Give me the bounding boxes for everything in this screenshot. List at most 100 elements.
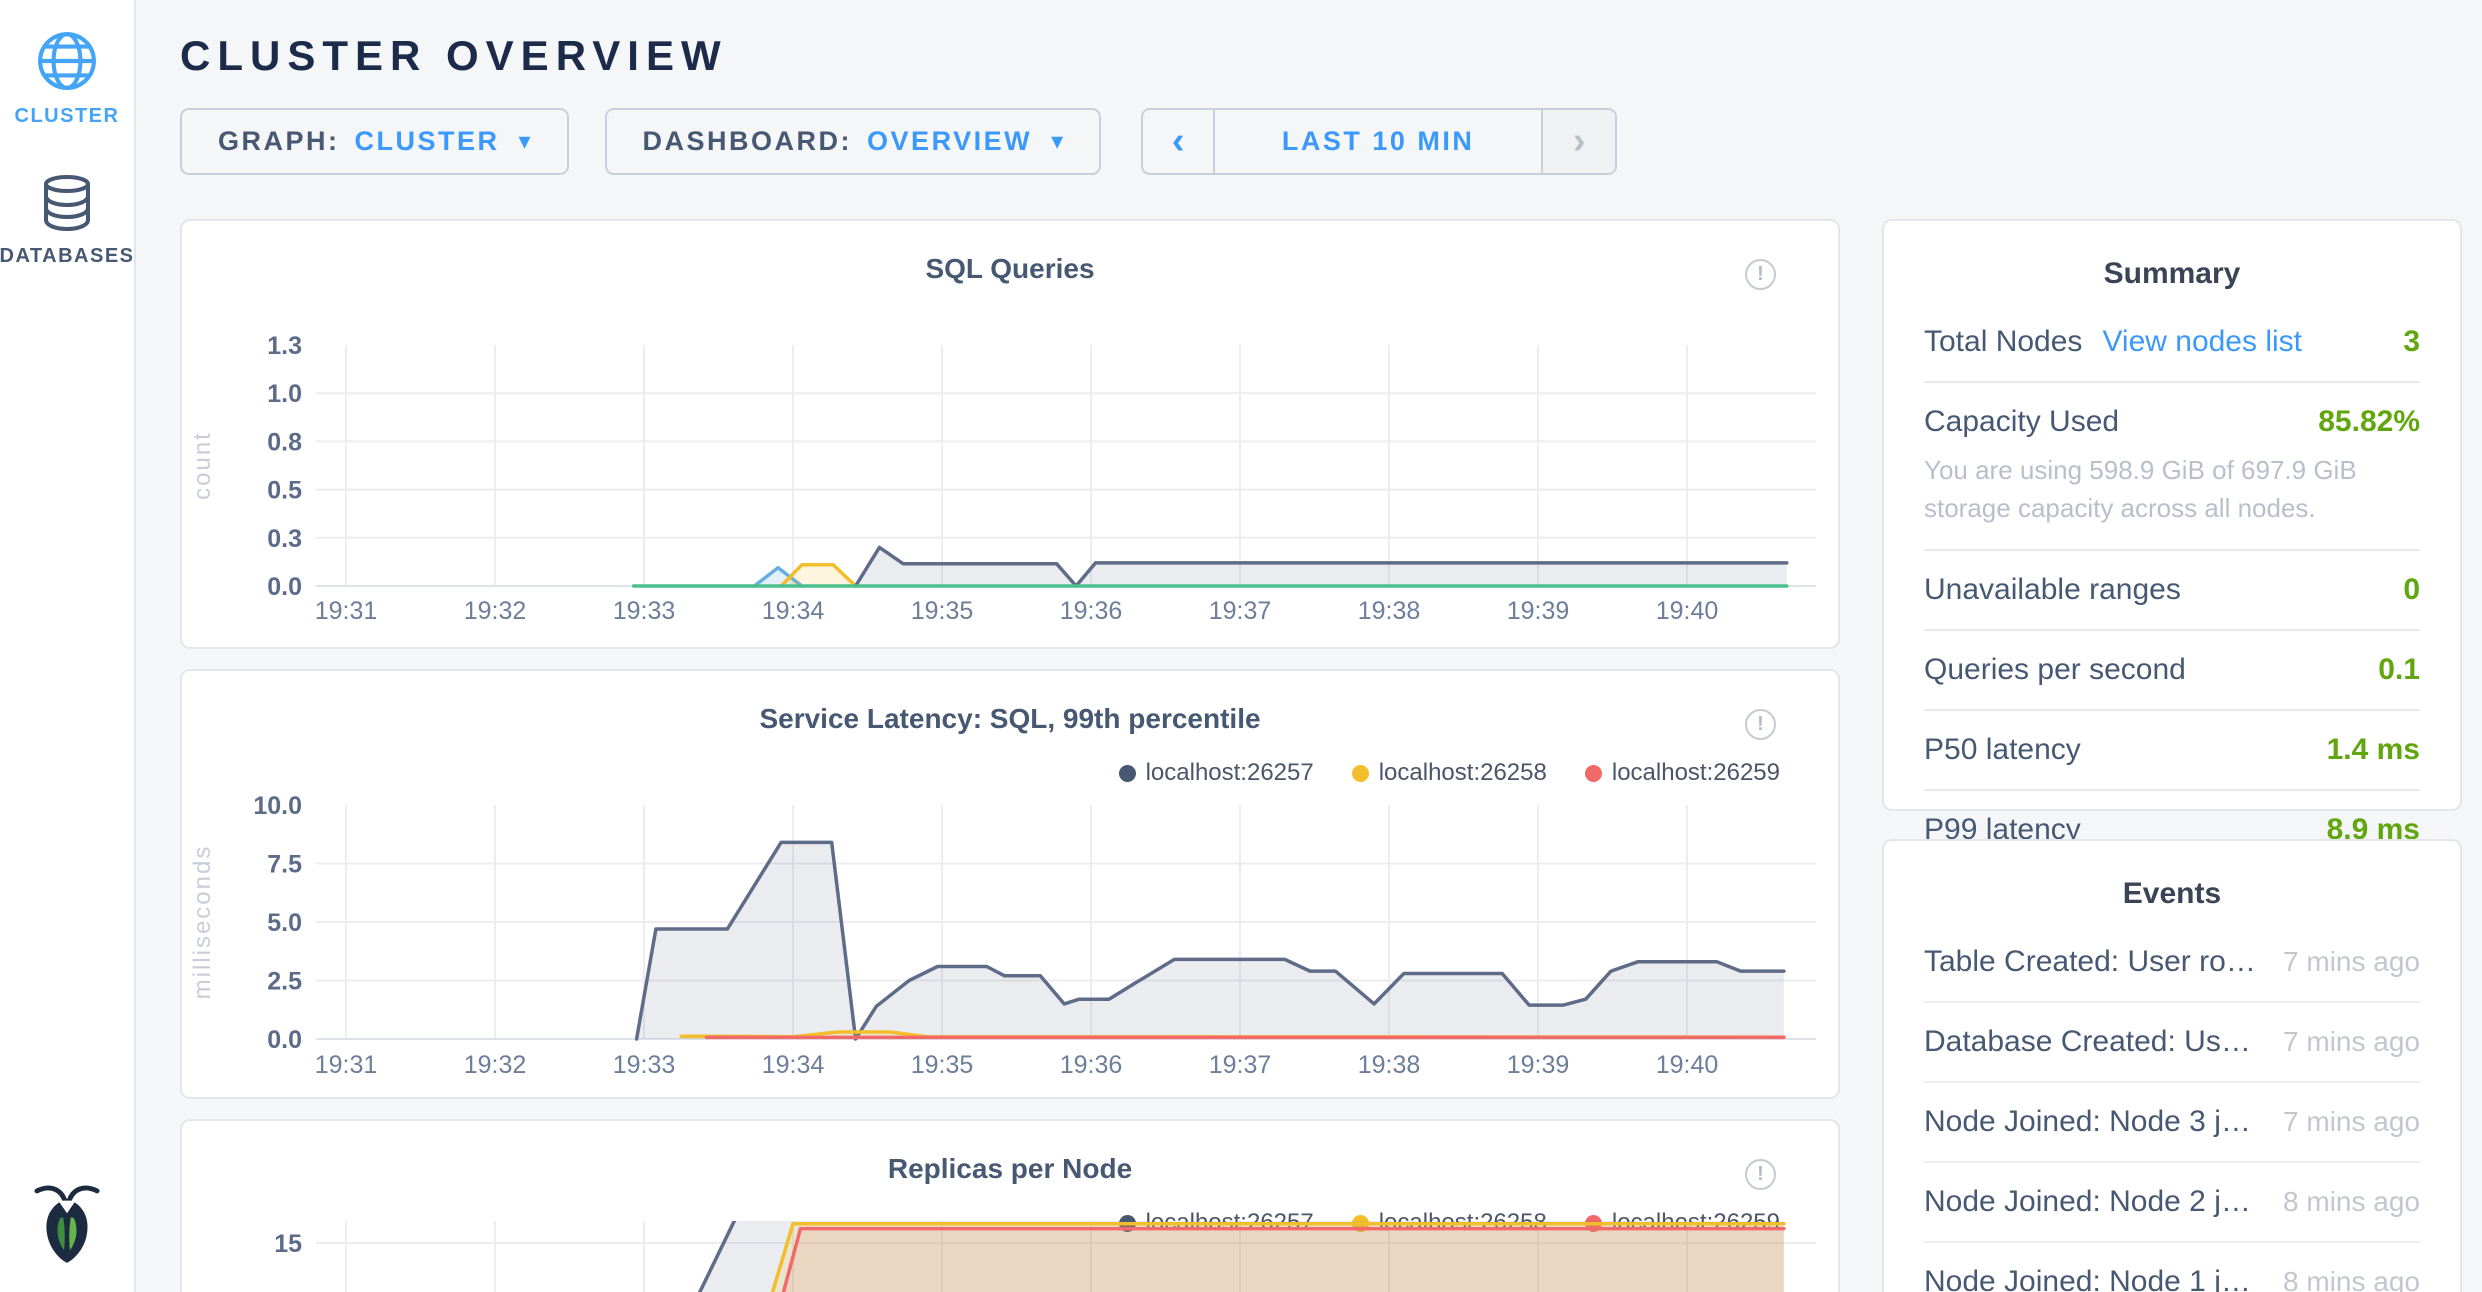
total-nodes-value: 3 <box>2403 325 2420 359</box>
replicas-per-node-chart[interactable]: 1510 <box>184 1221 1840 1292</box>
svg-text:19:31: 19:31 <box>315 597 378 625</box>
svg-text:0.5: 0.5 <box>267 477 302 505</box>
svg-text:19:36: 19:36 <box>1060 597 1123 625</box>
chart-card-replicas-per-node: Replicas per Node ! localhost:26257local… <box>180 1119 1840 1292</box>
time-back-button[interactable]: ‹ <box>1143 110 1215 173</box>
graph-dropdown[interactable]: GRAPH: CLUSTER ▾ <box>180 108 569 175</box>
event-row[interactable]: Node Joined: Node 1 joined... 8 mins ago <box>1924 1243 2420 1292</box>
event-text: Node Joined: Node 2 joined... <box>1924 1185 2261 1219</box>
event-time: 7 mins ago <box>2283 946 2420 978</box>
databases-icon <box>39 174 95 232</box>
p50-latency-value: 1.4 ms <box>2327 733 2420 767</box>
app-root: CLUSTER DATABASES <box>0 0 2482 1292</box>
svg-text:15: 15 <box>274 1230 302 1258</box>
svg-text:19:40: 19:40 <box>1656 597 1719 625</box>
svg-text:0.0: 0.0 <box>267 573 302 601</box>
qps-label: Queries per second <box>1924 653 2186 687</box>
time-forward-button[interactable]: › <box>1543 110 1615 173</box>
svg-text:19:32: 19:32 <box>464 597 527 625</box>
svg-text:0.8: 0.8 <box>267 428 302 456</box>
capacity-value: 85.82% <box>2318 405 2420 439</box>
charts-column: SQL Queries ! 19:3119:3219:3319:3419:351… <box>180 219 1840 1292</box>
svg-text:1.0: 1.0 <box>267 380 302 408</box>
chevron-down-icon: ▾ <box>519 127 531 156</box>
info-icon[interactable]: ! <box>1745 1159 1776 1190</box>
svg-text:19:38: 19:38 <box>1358 1051 1421 1079</box>
svg-text:5.0: 5.0 <box>267 909 302 937</box>
capacity-subtext: You are using 598.9 GiB of 697.9 GiB sto… <box>1924 451 2420 527</box>
svg-text:19:37: 19:37 <box>1209 1051 1272 1079</box>
sidebar-item-databases[interactable]: DATABASES <box>0 174 135 268</box>
summary-row-capacity: Capacity Used 85.82% You are using 598.9… <box>1924 383 2420 551</box>
dashboard-dropdown-value: OVERVIEW <box>867 126 1032 157</box>
qps-value: 0.1 <box>2378 653 2420 687</box>
summary-row-p50: P50 latency 1.4 ms <box>1924 711 2420 791</box>
events-panel: Events Table Created: User root cre... 7… <box>1882 839 2462 1292</box>
dashboard-content: SQL Queries ! 19:3119:3219:3319:3419:351… <box>180 219 2462 1292</box>
sidebar-item-label: CLUSTER <box>15 105 120 128</box>
event-time: 7 mins ago <box>2283 1106 2420 1138</box>
svg-text:1.3: 1.3 <box>267 332 302 360</box>
chart-title: Service Latency: SQL, 99th percentile <box>182 671 1838 735</box>
service-latency-chart[interactable]: 19:3119:3219:3319:3419:3519:3619:3719:38… <box>184 771 1840 1099</box>
time-range-label[interactable]: LAST 10 MIN <box>1215 110 1543 173</box>
chart-title: SQL Queries <box>182 221 1838 285</box>
unavailable-ranges-value: 0 <box>2403 573 2420 607</box>
svg-text:milliseconds: milliseconds <box>189 845 216 1000</box>
svg-text:0.3: 0.3 <box>267 525 302 553</box>
svg-text:19:37: 19:37 <box>1209 597 1272 625</box>
event-row[interactable]: Database Created: User roo... 7 mins ago <box>1924 1003 2420 1083</box>
graph-dropdown-value: CLUSTER <box>355 126 500 157</box>
svg-text:19:38: 19:38 <box>1358 597 1421 625</box>
svg-text:19:35: 19:35 <box>911 1051 974 1079</box>
view-nodes-list-link[interactable]: View nodes list <box>2102 325 2302 359</box>
total-nodes-label: Total Nodes <box>1924 325 2082 359</box>
info-icon[interactable]: ! <box>1745 709 1776 740</box>
svg-text:19:33: 19:33 <box>613 597 676 625</box>
svg-text:19:32: 19:32 <box>464 1051 527 1079</box>
event-text: Table Created: User root cre... <box>1924 945 2261 979</box>
toolbar: GRAPH: CLUSTER ▾ DASHBOARD: OVERVIEW ▾ ‹… <box>180 108 2462 175</box>
event-text: Node Joined: Node 1 joined... <box>1924 1265 2261 1292</box>
sql-queries-chart[interactable]: 19:31 19:32 19:33 19:34 19:35 19:36 19:37 19:38… <box>184 311 1840 649</box>
chevron-down-icon: ▾ <box>1051 127 1063 156</box>
svg-text:count: count <box>189 431 216 500</box>
dashboard-dropdown-label: DASHBOARD: <box>643 126 853 157</box>
event-time: 8 mins ago <box>2283 1186 2420 1218</box>
svg-text:19:34: 19:34 <box>762 597 825 625</box>
summary-title: Summary <box>1924 221 2420 303</box>
globe-icon <box>36 30 98 92</box>
cockroach-logo-icon <box>33 1181 101 1270</box>
chart-card-service-latency: Service Latency: SQL, 99th percentile ! … <box>180 669 1840 1099</box>
event-row[interactable]: Node Joined: Node 2 joined... 8 mins ago <box>1924 1163 2420 1243</box>
svg-text:19:34: 19:34 <box>762 1051 825 1079</box>
dashboard-dropdown[interactable]: DASHBOARD: OVERVIEW ▾ <box>605 108 1102 175</box>
svg-text:0.0: 0.0 <box>267 1026 302 1054</box>
summary-row-unavailable-ranges: Unavailable ranges 0 <box>1924 551 2420 631</box>
summary-panel: Summary Total Nodes View nodes list 3 Ca… <box>1882 219 2462 811</box>
chart-title: Replicas per Node <box>182 1121 1838 1185</box>
summary-row-qps: Queries per second 0.1 <box>1924 631 2420 711</box>
svg-text:19:36: 19:36 <box>1060 1051 1123 1079</box>
event-row[interactable]: Table Created: User root cre... 7 mins a… <box>1924 923 2420 1003</box>
main-content: CLUSTER OVERVIEW GRAPH: CLUSTER ▾ DASHBO… <box>138 0 2482 1292</box>
sidebar: CLUSTER DATABASES <box>0 0 136 1292</box>
event-text: Node Joined: Node 3 joined... <box>1924 1105 2261 1139</box>
p50-latency-label: P50 latency <box>1924 733 2081 767</box>
event-text: Database Created: User roo... <box>1924 1025 2261 1059</box>
time-range-selector: ‹ LAST 10 MIN › <box>1141 108 1617 175</box>
right-column: Summary Total Nodes View nodes list 3 Ca… <box>1882 219 2462 1292</box>
svg-text:19:40: 19:40 <box>1656 1051 1719 1079</box>
svg-text:19:39: 19:39 <box>1507 597 1570 625</box>
svg-text:7.5: 7.5 <box>267 851 302 879</box>
info-icon[interactable]: ! <box>1745 259 1776 290</box>
svg-text:19:35: 19:35 <box>911 597 974 625</box>
unavailable-ranges-label: Unavailable ranges <box>1924 573 2181 607</box>
chart-card-sql-queries: SQL Queries ! 19:3119:3219:3319:3419:351… <box>180 219 1840 649</box>
svg-text:2.5: 2.5 <box>267 968 302 996</box>
capacity-label: Capacity Used <box>1924 405 2119 439</box>
svg-text:10.0: 10.0 <box>253 792 302 820</box>
sidebar-item-cluster[interactable]: CLUSTER <box>15 30 120 128</box>
event-row[interactable]: Node Joined: Node 3 joined... 7 mins ago <box>1924 1083 2420 1163</box>
svg-text:19:33: 19:33 <box>613 1051 676 1079</box>
